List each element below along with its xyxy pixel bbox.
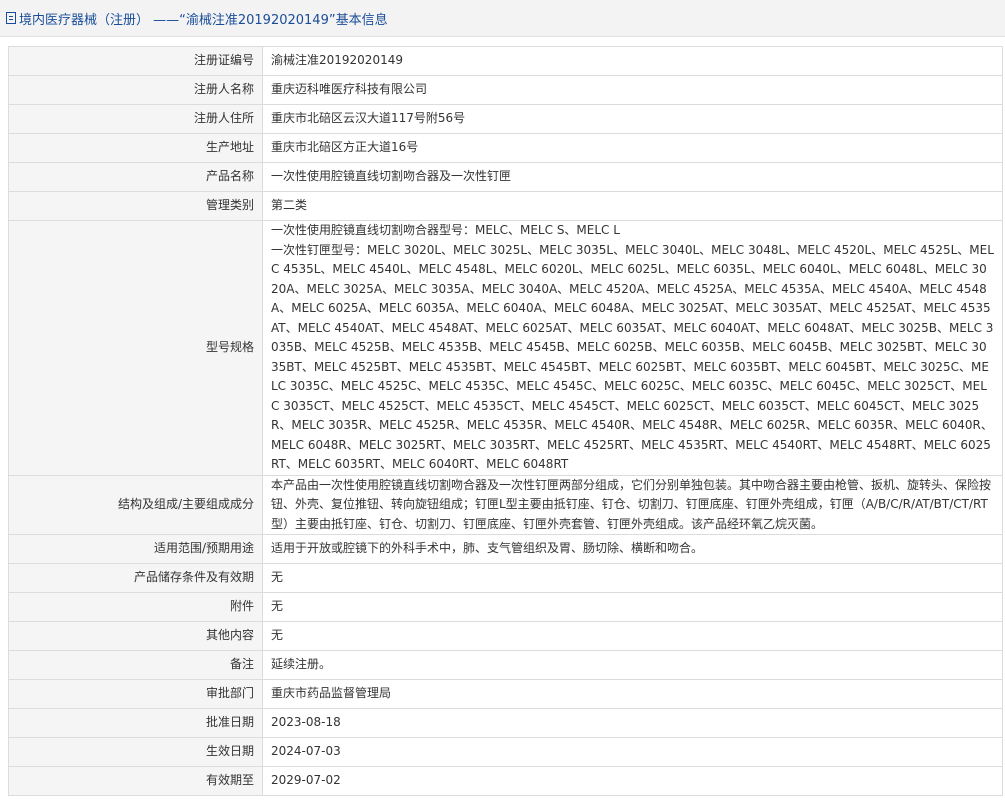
row-registrant-address: 注册人住所 重庆市北碚区云汉大道117号附56号 <box>8 104 1003 134</box>
row-label: 有效期至 <box>8 766 263 796</box>
row-value: 2023-08-18 <box>262 708 1003 738</box>
row-value: 重庆市北碚区方正大道16号 <box>262 133 1003 163</box>
row-value: 第二类 <box>262 191 1003 221</box>
row-production-address: 生产地址 重庆市北碚区方正大道16号 <box>8 133 1003 163</box>
document-icon <box>6 12 16 24</box>
row-value: 重庆市药品监督管理局 <box>262 679 1003 709</box>
row-label: 注册人名称 <box>8 75 263 105</box>
row-label: 注册人住所 <box>8 104 263 134</box>
row-value: 一次性使用腔镜直线切割吻合器及一次性钉匣 <box>262 162 1003 192</box>
row-value: 渝械注准20192020149 <box>262 46 1003 76</box>
row-approval-department: 审批部门 重庆市药品监督管理局 <box>8 679 1003 709</box>
page-header: 境内医疗器械（注册） ——“渝械注准20192020149”基本信息 <box>0 0 1005 37</box>
row-storage-validity: 产品储存条件及有效期 无 <box>8 563 1003 593</box>
row-model-specification: 型号规格 一次性使用腔镜直线切割吻合器型号：MELC、MELC S、MELC L… <box>8 220 1003 476</box>
row-product-name: 产品名称 一次性使用腔镜直线切割吻合器及一次性钉匣 <box>8 162 1003 192</box>
row-management-category: 管理类别 第二类 <box>8 191 1003 221</box>
row-label: 结构及组成/主要组成成分 <box>8 474 263 535</box>
row-label: 附件 <box>8 592 263 622</box>
model-line-stapler: 一次性使用腔镜直线切割吻合器型号：MELC、MELC S、MELC L <box>271 223 620 237</box>
row-label: 审批部门 <box>8 679 263 709</box>
row-value: 本产品由一次性使用腔镜直线切割吻合器及一次性钉匣两部分组成，它们分别单独包装。其… <box>262 474 1003 535</box>
model-line-cartridge: 一次性钉匣型号：MELC 3020L、MELC 3025L、MELC 3035L… <box>271 242 994 472</box>
row-label: 产品储存条件及有效期 <box>8 563 263 593</box>
row-valid-until: 有效期至 2029-07-02 <box>8 766 1003 796</box>
row-label: 批准日期 <box>8 708 263 738</box>
row-label: 注册证编号 <box>8 46 263 76</box>
row-registration-number: 注册证编号 渝械注准20192020149 <box>8 46 1003 76</box>
row-value: 一次性使用腔镜直线切割吻合器型号：MELC、MELC S、MELC L 一次性钉… <box>262 220 1003 476</box>
row-approval-date: 批准日期 2023-08-18 <box>8 708 1003 738</box>
row-value: 重庆市北碚区云汉大道117号附56号 <box>262 104 1003 134</box>
row-value: 无 <box>262 563 1003 593</box>
row-value: 适用于开放或腔镜下的外科手术中，肺、支气管组织及胃、肠切除、横断和吻合。 <box>262 534 1003 564</box>
row-label: 生效日期 <box>8 737 263 767</box>
row-value: 2024-07-03 <box>262 737 1003 767</box>
row-registrant-name: 注册人名称 重庆迈科唯医疗科技有限公司 <box>8 75 1003 105</box>
row-label: 管理类别 <box>8 191 263 221</box>
row-intended-use: 适用范围/预期用途 适用于开放或腔镜下的外科手术中，肺、支气管组织及胃、肠切除、… <box>8 534 1003 564</box>
row-value: 延续注册。 <box>262 650 1003 680</box>
row-label: 适用范围/预期用途 <box>8 534 263 564</box>
page-title: 境内医疗器械（注册） ——“渝械注准20192020149”基本信息 <box>19 12 388 28</box>
row-value: 无 <box>262 621 1003 651</box>
row-label: 型号规格 <box>8 220 263 476</box>
row-effective-date: 生效日期 2024-07-03 <box>8 737 1003 767</box>
row-label: 生产地址 <box>8 133 263 163</box>
row-attachment: 附件 无 <box>8 592 1003 622</box>
row-value: 重庆迈科唯医疗科技有限公司 <box>262 75 1003 105</box>
row-structure-composition: 结构及组成/主要组成成分 本产品由一次性使用腔镜直线切割吻合器及一次性钉匣两部分… <box>8 474 1003 535</box>
info-table: 注册证编号 渝械注准20192020149 注册人名称 重庆迈科唯医疗科技有限公… <box>8 46 1003 796</box>
row-other-content: 其他内容 无 <box>8 621 1003 651</box>
row-label: 产品名称 <box>8 162 263 192</box>
row-value: 无 <box>262 592 1003 622</box>
row-remarks: 备注 延续注册。 <box>8 650 1003 680</box>
row-label: 其他内容 <box>8 621 263 651</box>
row-label: 备注 <box>8 650 263 680</box>
row-value: 2029-07-02 <box>262 766 1003 796</box>
